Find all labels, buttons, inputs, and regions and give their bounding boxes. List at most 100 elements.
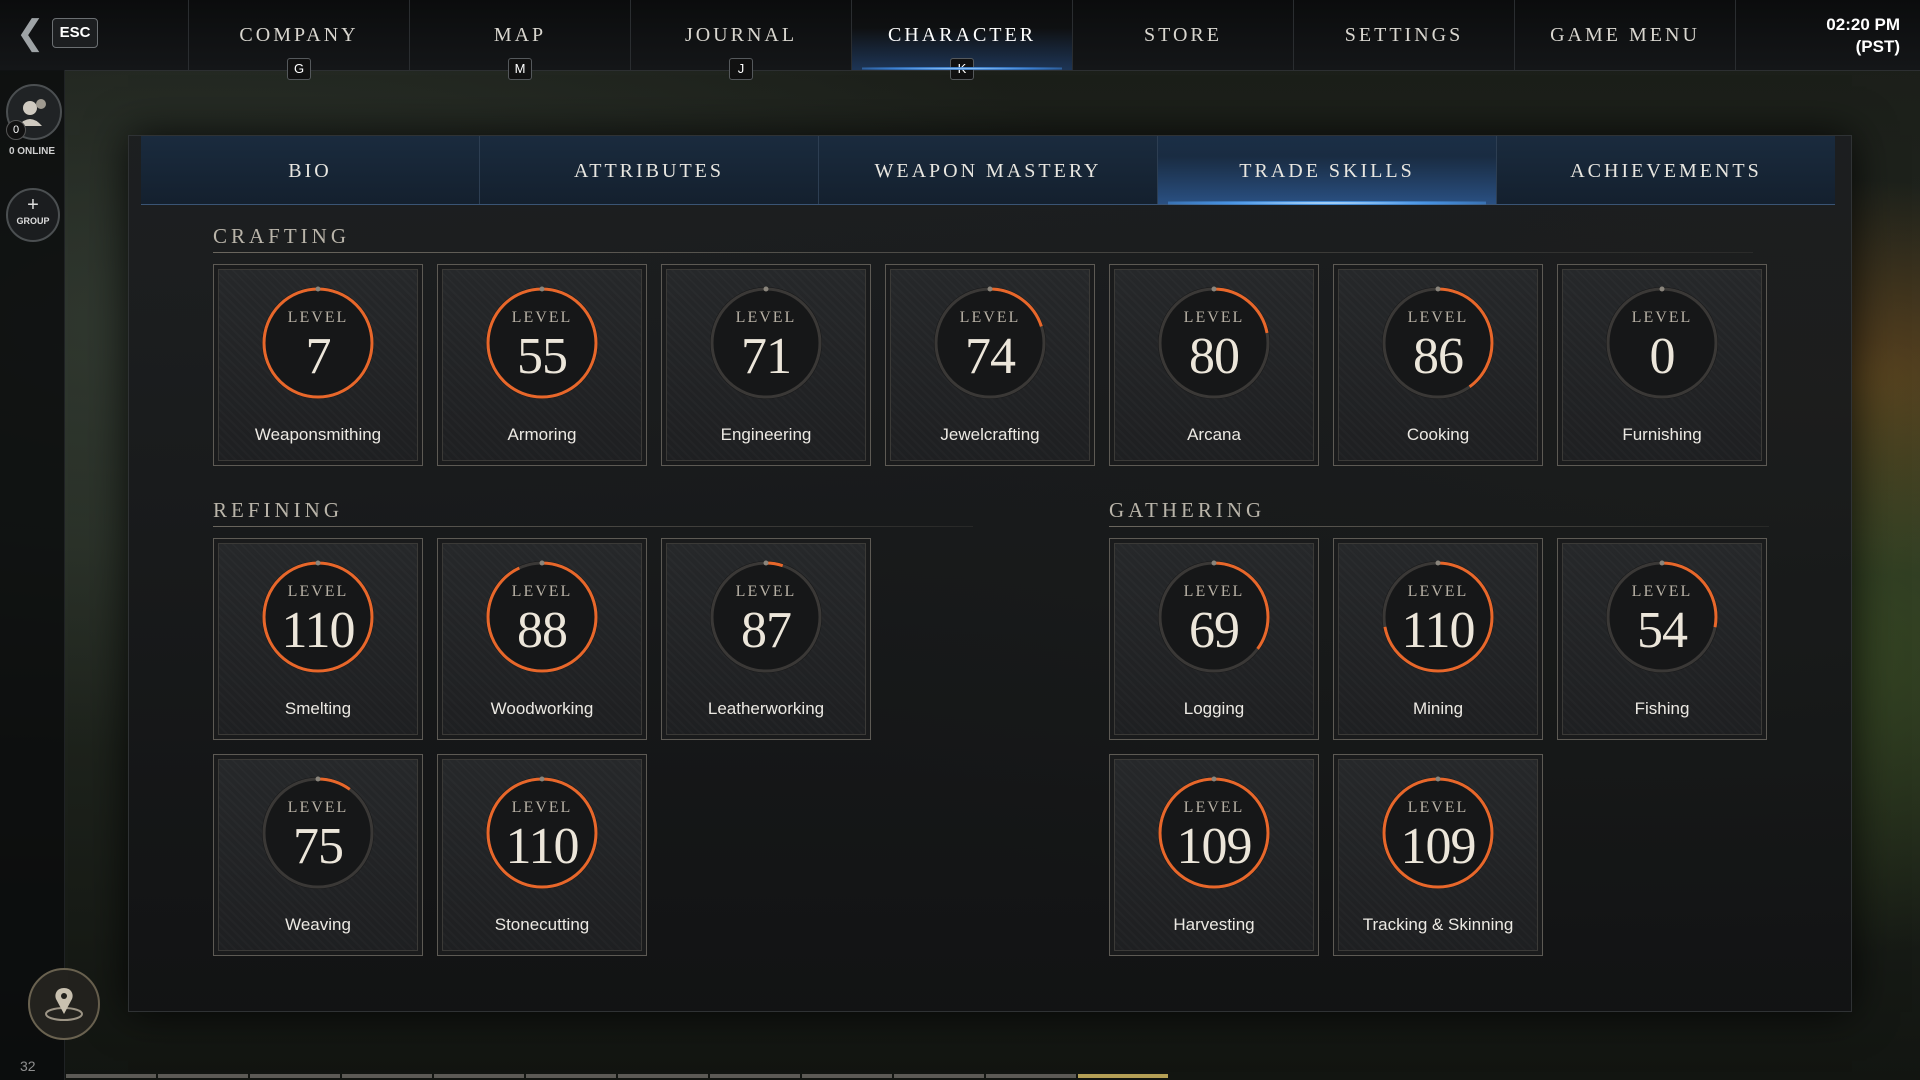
skill-card-leatherworking[interactable]: LEVEL 87 Leatherworking <box>661 538 871 740</box>
skill-card-arcana[interactable]: LEVEL 80 Arcana <box>1109 264 1319 466</box>
map-marker-button[interactable] <box>28 968 100 1040</box>
ring-start-tick <box>315 286 321 292</box>
hotkey-badge: J <box>729 58 753 80</box>
nav-tab-label: COMPANY <box>239 24 359 46</box>
ring-start-tick <box>315 776 321 782</box>
nav-tab-store[interactable]: STORE <box>1072 0 1293 70</box>
skill-card-cooking[interactable]: LEVEL 86 Cooking <box>1333 264 1543 466</box>
ring-start-tick <box>1659 286 1665 292</box>
online-count-badge: 0 <box>6 120 26 140</box>
level-label: LEVEL <box>1631 583 1693 600</box>
skill-card-stonecutting[interactable]: LEVEL 110 Stonecutting <box>437 754 647 956</box>
skill-name: Engineering <box>720 425 812 444</box>
section-title-refining: REFINING <box>213 498 343 522</box>
character-panel: BIO ATTRIBUTES WEAPON MASTERY TRADE SKIL… <box>128 135 1852 1012</box>
skill-card-fishing[interactable]: LEVEL 54 Fishing <box>1557 538 1767 740</box>
skill-card-woodworking[interactable]: LEVEL 88 Woodworking <box>437 538 647 740</box>
page-number: 32 <box>20 1058 36 1074</box>
level-label: LEVEL <box>1631 309 1693 326</box>
skill-card-tracking-skinning[interactable]: LEVEL 109 Tracking & Skinning <box>1333 754 1543 956</box>
level-value: 55 <box>517 328 568 385</box>
map-pin-icon <box>45 988 83 1021</box>
main-nav-tabs: COMPANY G MAP M JOURNAL J CHARACTER K ST… <box>188 0 1736 80</box>
skill-name: Arcana <box>1187 425 1241 444</box>
nav-tab-settings[interactable]: SETTINGS <box>1293 0 1514 70</box>
skill-card-furnishing[interactable]: LEVEL 0 Furnishing <box>1557 264 1767 466</box>
skill-name: Logging <box>1183 699 1245 718</box>
ring-start-tick <box>539 776 545 782</box>
skill-card-weaponsmithing[interactable]: LEVEL 7 Weaponsmithing <box>213 264 423 466</box>
sub-tab-attributes[interactable]: ATTRIBUTES <box>480 136 819 204</box>
nav-tab-game-menu[interactable]: GAME MENU <box>1514 0 1736 70</box>
skill-name: Fishing <box>1634 699 1690 718</box>
section-title-crafting: CRAFTING <box>213 224 351 248</box>
nav-tab-character[interactable]: CHARACTER K <box>851 0 1072 80</box>
ring-start-tick <box>1659 560 1665 566</box>
ring-start-tick <box>539 560 545 566</box>
skill-card-jewelcrafting[interactable]: LEVEL 74 Jewelcrafting <box>885 264 1095 466</box>
ring-start-tick <box>1211 560 1217 566</box>
ring-start-tick <box>1435 286 1441 292</box>
level-value: 109 <box>1400 818 1477 875</box>
nav-tab-map[interactable]: MAP M <box>409 0 630 80</box>
nav-tab-label: GAME MENU <box>1550 24 1700 46</box>
level-value: 54 <box>1637 602 1688 659</box>
clock-time: 02:20 PM <box>1826 15 1900 34</box>
skill-name: Stonecutting <box>494 915 590 934</box>
top-nav-bar: ❮ ESC COMPANY G MAP M JOURNAL J CHARACTE… <box>0 0 1920 80</box>
sub-tab-achievements[interactable]: ACHIEVEMENTS <box>1497 136 1835 204</box>
skill-name: Woodworking <box>490 699 594 718</box>
section-divider <box>213 252 1753 253</box>
nav-tab-journal[interactable]: JOURNAL J <box>630 0 851 80</box>
section-title-gathering: GATHERING <box>1109 498 1266 522</box>
section-divider <box>213 526 973 527</box>
nav-tab-company[interactable]: COMPANY G <box>188 0 409 80</box>
ring-start-tick <box>1435 560 1441 566</box>
sub-tab-weapon-mastery[interactable]: WEAPON MASTERY <box>819 136 1158 204</box>
level-label: LEVEL <box>1407 583 1469 600</box>
level-value: 110 <box>1401 602 1475 659</box>
skill-name: Weaponsmithing <box>254 425 382 444</box>
nav-tab-label: CHARACTER <box>887 24 1037 46</box>
hotkey-badge: M <box>508 58 532 80</box>
skill-name: Harvesting <box>1173 915 1255 934</box>
skill-card-mining[interactable]: LEVEL 110 Mining <box>1333 538 1543 740</box>
level-value: 110 <box>505 818 579 875</box>
skill-name: Armoring <box>507 425 577 444</box>
skill-name: Jewelcrafting <box>940 425 1040 444</box>
skill-card-smelting[interactable]: LEVEL 110 Smelting <box>213 538 423 740</box>
level-label: LEVEL <box>287 309 349 326</box>
level-value: 75 <box>293 818 344 875</box>
skill-name: Mining <box>1412 699 1464 718</box>
xp-bar <box>66 1074 1168 1080</box>
skill-card-weaving[interactable]: LEVEL 75 Weaving <box>213 754 423 956</box>
skill-card-harvesting[interactable]: LEVEL 109 Harvesting <box>1109 754 1319 956</box>
level-label: LEVEL <box>287 799 349 816</box>
nav-tab-label: MAP <box>493 24 547 46</box>
level-value: 88 <box>517 602 568 659</box>
nav-tab-label: STORE <box>1144 24 1222 46</box>
ring-start-tick <box>763 286 769 292</box>
ring-start-tick <box>987 286 993 292</box>
level-value: 80 <box>1189 328 1240 385</box>
ring-start-tick <box>1211 286 1217 292</box>
level-label: LEVEL <box>287 583 349 600</box>
level-value: 74 <box>965 328 1016 385</box>
skill-card-engineering[interactable]: LEVEL 71 Engineering <box>661 264 871 466</box>
sub-tab-trade-skills[interactable]: TRADE SKILLS <box>1158 136 1497 205</box>
section-divider <box>1109 526 1769 527</box>
hotkey-badge: K <box>950 58 974 80</box>
sub-tab-bio[interactable]: BIO <box>141 136 480 204</box>
skill-card-logging[interactable]: LEVEL 69 Logging <box>1109 538 1319 740</box>
plus-icon: + <box>27 194 39 216</box>
level-value: 7 <box>305 328 332 385</box>
group-button[interactable]: + GROUP <box>6 188 60 242</box>
skill-card-armoring[interactable]: LEVEL 55 Armoring <box>437 264 647 466</box>
skill-name: Cooking <box>1406 425 1470 444</box>
back-arrow-icon[interactable]: ❮ <box>16 16 45 50</box>
sub-tab-label: BIO <box>288 160 332 182</box>
level-value: 0 <box>1649 328 1676 385</box>
esc-key-button[interactable]: ESC <box>52 18 98 48</box>
nav-tab-label: SETTINGS <box>1344 24 1464 46</box>
level-value: 110 <box>281 602 355 659</box>
